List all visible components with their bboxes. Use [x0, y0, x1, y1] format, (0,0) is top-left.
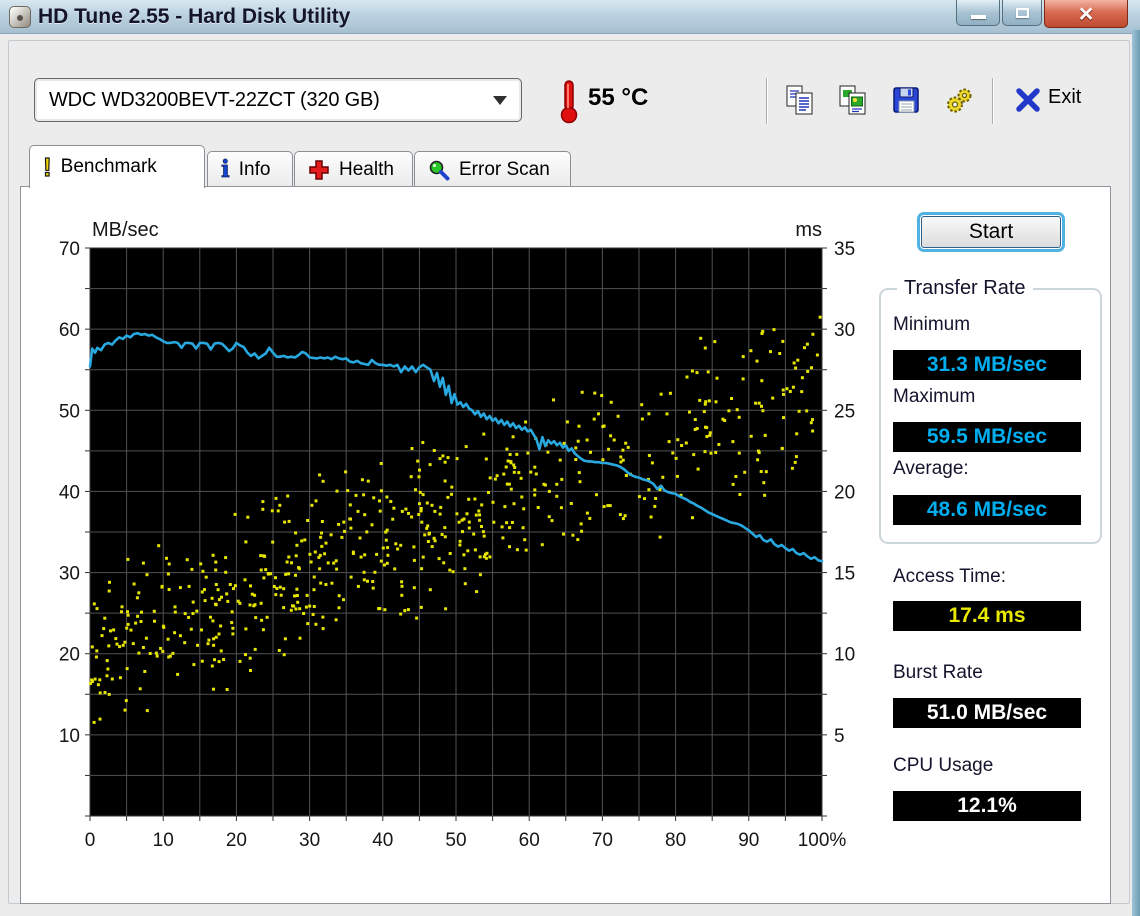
svg-text:15: 15 [834, 564, 855, 585]
burst-rate-value: 51.0 MB/sec [893, 698, 1081, 728]
benchmark-chart: 7060504030201035302520151050 10 20 30 40 50 60… [59, 219, 855, 851]
health-cross-icon [309, 159, 329, 180]
copy-text-button[interactable] [782, 82, 818, 118]
save-button[interactable] [888, 82, 924, 118]
tab-label: Error Scan [459, 158, 550, 180]
svg-text:20: 20 [59, 645, 80, 666]
burst-rate-label: Burst Rate [893, 662, 983, 683]
toolbar-separator [766, 78, 767, 124]
cpu-usage-label: CPU Usage [893, 755, 994, 776]
access-time-label: Access Time: [893, 566, 1006, 587]
svg-text:70: 70 [59, 239, 80, 260]
svg-text:10: 10 [834, 645, 855, 666]
maximum-label: Maximum [893, 386, 976, 407]
options-gears-icon [947, 88, 972, 113]
thermometer-icon [560, 80, 578, 124]
cpu-usage-value: 12.1% [893, 791, 1081, 821]
exit-button[interactable] [1010, 82, 1046, 118]
svg-text:10: 10 [59, 726, 80, 747]
toolbar-separator [992, 78, 993, 124]
window-right-edge [1132, 30, 1140, 916]
svg-text:20: 20 [226, 830, 247, 851]
minimize-button[interactable] [956, 0, 1000, 26]
save-icon [893, 87, 919, 113]
chevron-down-icon [493, 96, 507, 105]
svg-text:100%: 100% [798, 830, 847, 851]
tab-label: Info [238, 158, 271, 180]
svg-text:70: 70 [592, 830, 613, 851]
hd-tune-window: HD Tune 2.55 - Hard Disk Utility × WDC W… [0, 0, 1140, 916]
svg-text:30: 30 [299, 830, 320, 851]
tab-error-scan[interactable]: Error Scan [414, 151, 571, 187]
svg-text:50: 50 [445, 830, 466, 851]
minimum-value: 31.3 MB/sec [893, 350, 1081, 380]
exclamation-icon: ! [42, 151, 52, 182]
exit-x-icon [1016, 88, 1040, 112]
tab-benchmark[interactable]: ! Benchmark [29, 145, 205, 188]
svg-text:ms: ms [795, 219, 822, 241]
close-icon: × [1078, 0, 1094, 28]
maximum-value: 59.5 MB/sec [893, 422, 1081, 452]
tab-label: Health [339, 158, 394, 180]
svg-text:5: 5 [834, 726, 845, 747]
svg-text:30: 30 [59, 564, 80, 585]
temperature-value: 55 °C [588, 84, 649, 111]
copy-text-icon [786, 85, 813, 115]
access-time-value: 17.4 ms [893, 601, 1081, 631]
maximize-button[interactable] [1002, 0, 1042, 26]
transfer-rate-title: Transfer Rate [897, 277, 1033, 300]
average-label: Average: [893, 458, 969, 479]
copy-image-icon [839, 85, 866, 115]
svg-text:35: 35 [834, 239, 855, 260]
info-icon: i [221, 156, 230, 184]
tab-health[interactable]: Health [294, 151, 413, 187]
svg-text:10: 10 [153, 830, 174, 851]
svg-text:60: 60 [59, 320, 80, 341]
window-title: HD Tune 2.55 - Hard Disk Utility [38, 5, 351, 28]
exit-label[interactable]: Exit [1048, 86, 1081, 109]
svg-text:30: 30 [834, 320, 855, 341]
maximize-icon [1015, 7, 1029, 18]
start-button-label: Start [921, 216, 1061, 248]
error-scan-magnifier-icon [429, 160, 450, 180]
svg-text:50: 50 [59, 401, 80, 422]
svg-text:0: 0 [85, 830, 96, 851]
svg-text:MB/sec: MB/sec [92, 219, 159, 241]
start-button[interactable]: Start [917, 212, 1065, 252]
svg-text:20: 20 [834, 482, 855, 503]
svg-text:40: 40 [372, 830, 393, 851]
svg-text:80: 80 [665, 830, 686, 851]
hard-disk-icon [9, 6, 31, 28]
tab-label: Benchmark [60, 156, 157, 177]
drive-select-dropdown[interactable]: WDC WD3200BEVT-22ZCT (320 GB) [34, 78, 522, 122]
options-button[interactable] [941, 82, 977, 118]
drive-select-value: WDC WD3200BEVT-22ZCT (320 GB) [49, 88, 380, 111]
svg-text:40: 40 [59, 482, 80, 503]
svg-text:25: 25 [834, 401, 855, 422]
svg-text:90: 90 [738, 830, 759, 851]
tab-info[interactable]: i Info [207, 151, 293, 187]
average-value: 48.6 MB/sec [893, 495, 1081, 525]
minimum-label: Minimum [893, 314, 971, 335]
close-button[interactable]: × [1044, 0, 1128, 28]
copy-image-button[interactable] [835, 82, 871, 118]
titlebar: HD Tune 2.55 - Hard Disk Utility × [0, 0, 1140, 34]
svg-text:60: 60 [519, 830, 540, 851]
minimize-icon [970, 15, 986, 19]
